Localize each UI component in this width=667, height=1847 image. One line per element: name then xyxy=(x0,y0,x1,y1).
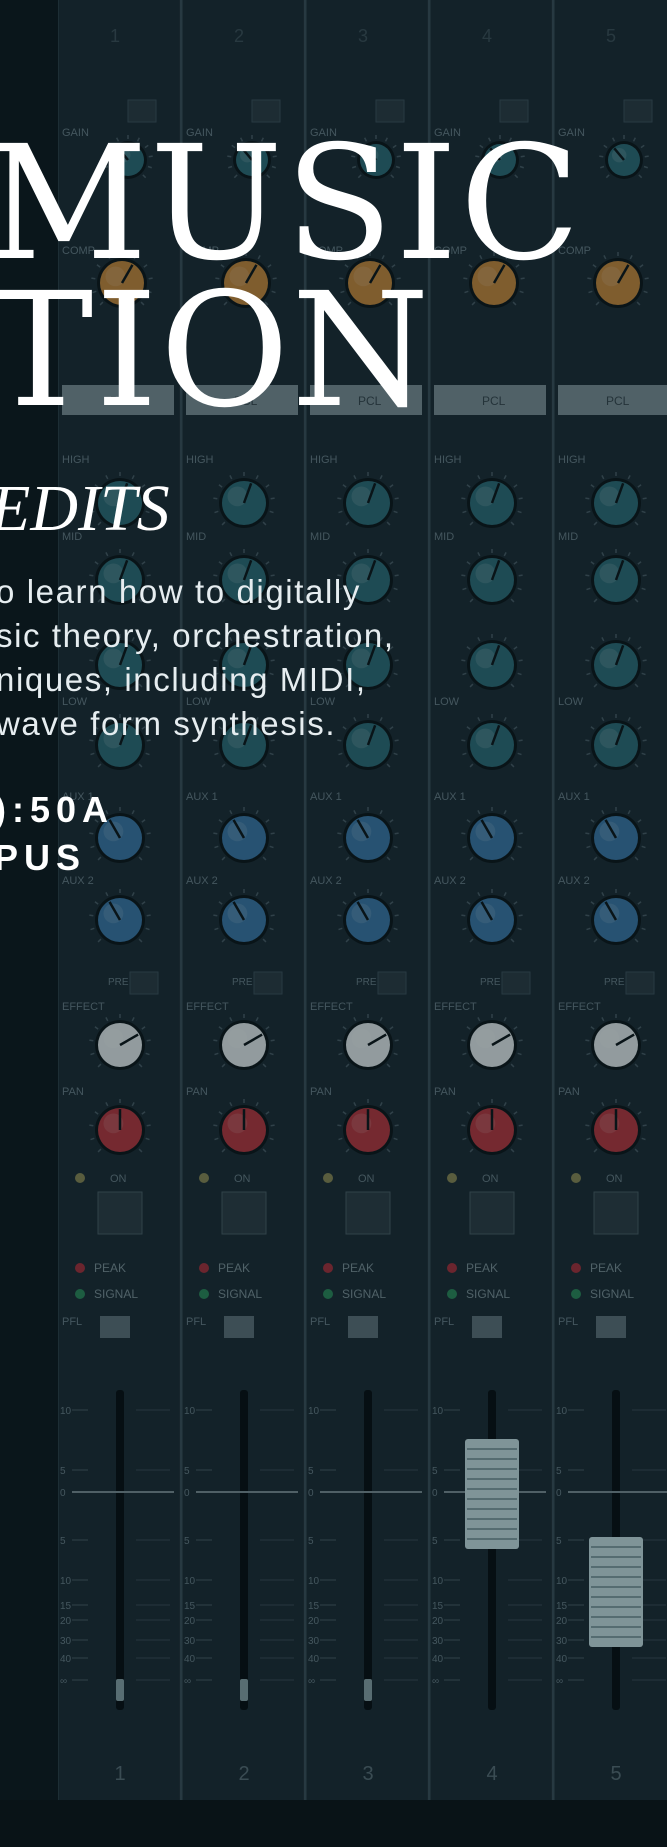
schedule-place: PUS xyxy=(0,837,87,878)
schedule-time: ):50A xyxy=(0,789,115,830)
title-line-2: TION xyxy=(0,259,432,443)
description-line-2: sic theory, orchestration, xyxy=(0,617,395,654)
credits-subtitle: EDITS xyxy=(0,472,170,545)
description-line-1: o learn how to digitally xyxy=(0,573,361,610)
description-line-3: niques, including MIDI, xyxy=(0,661,367,698)
description-line-4: wave form synthesis. xyxy=(0,705,337,742)
flyer-canvas: 1GAINCOMPPCLHIGHMIDLOWAUX 1AUX 2PREEFFEC… xyxy=(0,0,667,1847)
